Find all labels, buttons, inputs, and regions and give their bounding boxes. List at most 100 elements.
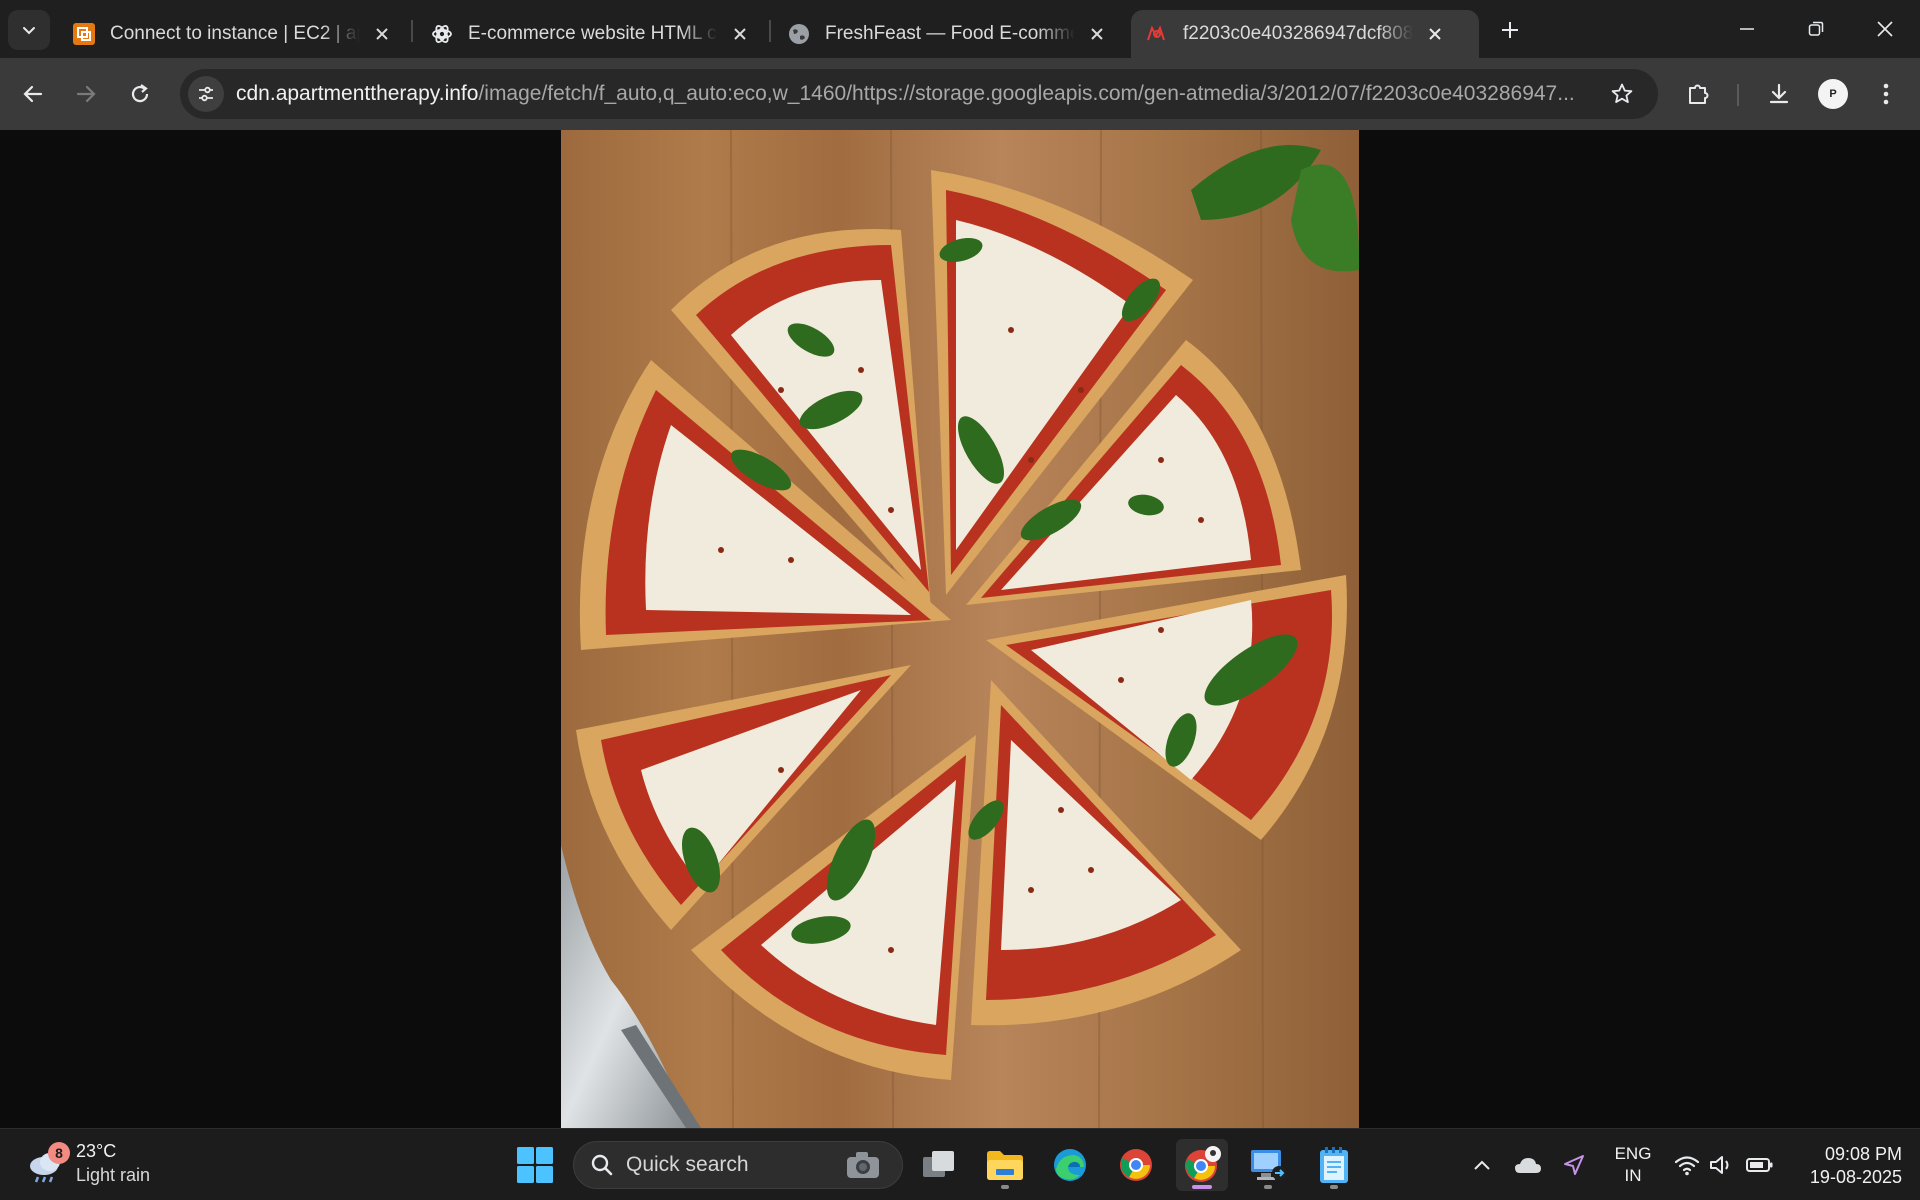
- weather-temperature: 23°C: [76, 1141, 117, 1161]
- battery-icon: [1746, 1158, 1773, 1172]
- weather-badge: 8: [48, 1142, 70, 1164]
- battery-tray[interactable]: [1744, 1143, 1776, 1187]
- show-hidden-icons-button[interactable]: [1466, 1143, 1498, 1187]
- clock-time: 09:08 PM: [1824, 1144, 1902, 1164]
- wifi-tray[interactable]: [1672, 1143, 1702, 1187]
- tab-divider: [411, 20, 413, 42]
- reload-button[interactable]: [120, 74, 160, 114]
- menu-button[interactable]: [1866, 74, 1906, 114]
- onedrive-tray[interactable]: [1510, 1143, 1546, 1187]
- running-indicator: [1264, 1185, 1272, 1189]
- apartment-therapy-icon: [1145, 22, 1169, 46]
- tab-ec2[interactable]: Connect to instance | EC2 | ap-south-1: [58, 10, 408, 58]
- minimize-icon: [1740, 28, 1754, 30]
- chevron-up-icon: [1474, 1160, 1490, 1170]
- edge-icon: [1054, 1149, 1086, 1181]
- address-bar[interactable]: cdn.apartmenttherapy.info/image/fetch/f_…: [180, 69, 1658, 119]
- running-indicator: [1001, 1185, 1009, 1189]
- new-tab-button[interactable]: [1494, 14, 1526, 46]
- puzzle-icon: [1689, 84, 1709, 104]
- tab-title: Connect to instance | EC2 | ap-south-1: [110, 23, 360, 44]
- close-icon[interactable]: [728, 22, 752, 46]
- navigation-arrow-icon: [1564, 1155, 1584, 1175]
- search-label: Quick search: [626, 1153, 749, 1176]
- taskbar-remote-desktop[interactable]: [1242, 1139, 1294, 1191]
- language-code: ENG: [1614, 1144, 1652, 1163]
- chatgpt-icon: [430, 22, 454, 46]
- search-icon: [591, 1154, 613, 1176]
- wifi-icon: [1674, 1156, 1700, 1176]
- close-icon[interactable]: [1085, 22, 1109, 46]
- profile-avatar[interactable]: P: [1818, 79, 1848, 109]
- taskbar-search[interactable]: Quick search: [573, 1141, 903, 1189]
- taskbar: 8 23°C Light rain Quick search ENG IN 09…: [0, 1128, 1920, 1200]
- forward-button[interactable]: [66, 74, 106, 114]
- remote-desktop-icon: [1251, 1150, 1286, 1180]
- folder-icon: [987, 1151, 1023, 1180]
- download-icon: [1769, 83, 1789, 104]
- notepad-icon: [1320, 1147, 1348, 1183]
- cloud-icon: [1515, 1158, 1541, 1173]
- tab-title: f2203c0e403286947dcf80815b6: [1183, 23, 1413, 44]
- downloads-button[interactable]: [1759, 74, 1799, 114]
- site-info-button[interactable]: [188, 76, 224, 112]
- running-indicator: [1330, 1185, 1338, 1189]
- active-indicator: [1192, 1185, 1212, 1189]
- tab-divider: [769, 20, 771, 42]
- close-window-button[interactable]: [1855, 6, 1915, 52]
- language-indicator[interactable]: ENG IN: [1608, 1143, 1658, 1187]
- tab-title: FreshFeast — Food E-commerce: [825, 23, 1075, 44]
- restore-button[interactable]: [1786, 6, 1846, 52]
- speaker-icon: [1710, 1156, 1729, 1174]
- arrow-left-icon: [23, 85, 43, 103]
- close-icon[interactable]: [370, 22, 394, 46]
- taskbar-notepad[interactable]: [1308, 1139, 1360, 1191]
- start-button[interactable]: [515, 1145, 555, 1185]
- browser-toolbar: cdn.apartmenttherapy.info/image/fetch/f_…: [0, 58, 1920, 130]
- toolbar-divider: [1737, 84, 1739, 106]
- system-clock[interactable]: 09:08 PM 19-08-2025: [1790, 1143, 1902, 1189]
- taskbar-chrome-profile[interactable]: [1176, 1139, 1228, 1191]
- bookmark-button[interactable]: [1606, 78, 1638, 110]
- tab-freshfeast[interactable]: FreshFeast — Food E-commerce: [773, 10, 1123, 58]
- extensions-button[interactable]: [1679, 74, 1719, 114]
- volume-tray[interactable]: [1707, 1143, 1737, 1187]
- more-vertical-icon: [1883, 83, 1889, 105]
- task-view-icon: [923, 1151, 954, 1177]
- minimize-button[interactable]: [1717, 6, 1777, 52]
- chevron-down-icon: [23, 27, 35, 35]
- clock-date: 19-08-2025: [1809, 1167, 1902, 1187]
- pizza-photo[interactable]: [561, 130, 1359, 1128]
- image-viewer: [0, 130, 1920, 1128]
- back-button[interactable]: [13, 74, 53, 114]
- tab-title: E-commerce website HTML code: [468, 23, 718, 44]
- taskbar-edge[interactable]: [1044, 1139, 1096, 1191]
- weather-condition: Light rain: [76, 1165, 151, 1185]
- chrome-profile-icon: [1185, 1146, 1221, 1182]
- tab-image-active[interactable]: f2203c0e403286947dcf80815b6: [1131, 10, 1479, 58]
- tab-search-button[interactable]: [8, 10, 50, 50]
- aws-icon: [72, 22, 96, 46]
- tab-strip: Connect to instance | EC2 | ap-south-1 E…: [0, 0, 1920, 58]
- plus-icon: [1502, 22, 1518, 38]
- globe-icon: [787, 22, 811, 46]
- star-icon: [1611, 83, 1633, 103]
- arrow-right-icon: [76, 85, 96, 103]
- reload-icon: [131, 84, 149, 103]
- tune-icon: [199, 86, 213, 102]
- taskbar-task-view[interactable]: [913, 1139, 965, 1191]
- chrome-icon: [1120, 1149, 1152, 1181]
- taskbar-chrome[interactable]: [1110, 1139, 1162, 1191]
- close-icon[interactable]: [1423, 22, 1447, 46]
- region-code: IN: [1624, 1166, 1642, 1185]
- weather-widget[interactable]: 8 23°C Light rain: [26, 1139, 150, 1187]
- camera-icon: [847, 1152, 879, 1178]
- url-text[interactable]: cdn.apartmenttherapy.info/image/fetch/f_…: [236, 82, 1636, 106]
- close-icon: [1877, 21, 1893, 37]
- location-tray[interactable]: [1558, 1143, 1590, 1187]
- tab-chatgpt[interactable]: E-commerce website HTML code: [416, 10, 766, 58]
- taskbar-file-explorer[interactable]: [979, 1139, 1031, 1191]
- windows-icon: [517, 1147, 553, 1183]
- rain-cloud-icon: 8: [26, 1142, 70, 1184]
- url-path: /image/fetch/f_auto,q_auto:eco,w_1460/ht…: [478, 82, 1575, 105]
